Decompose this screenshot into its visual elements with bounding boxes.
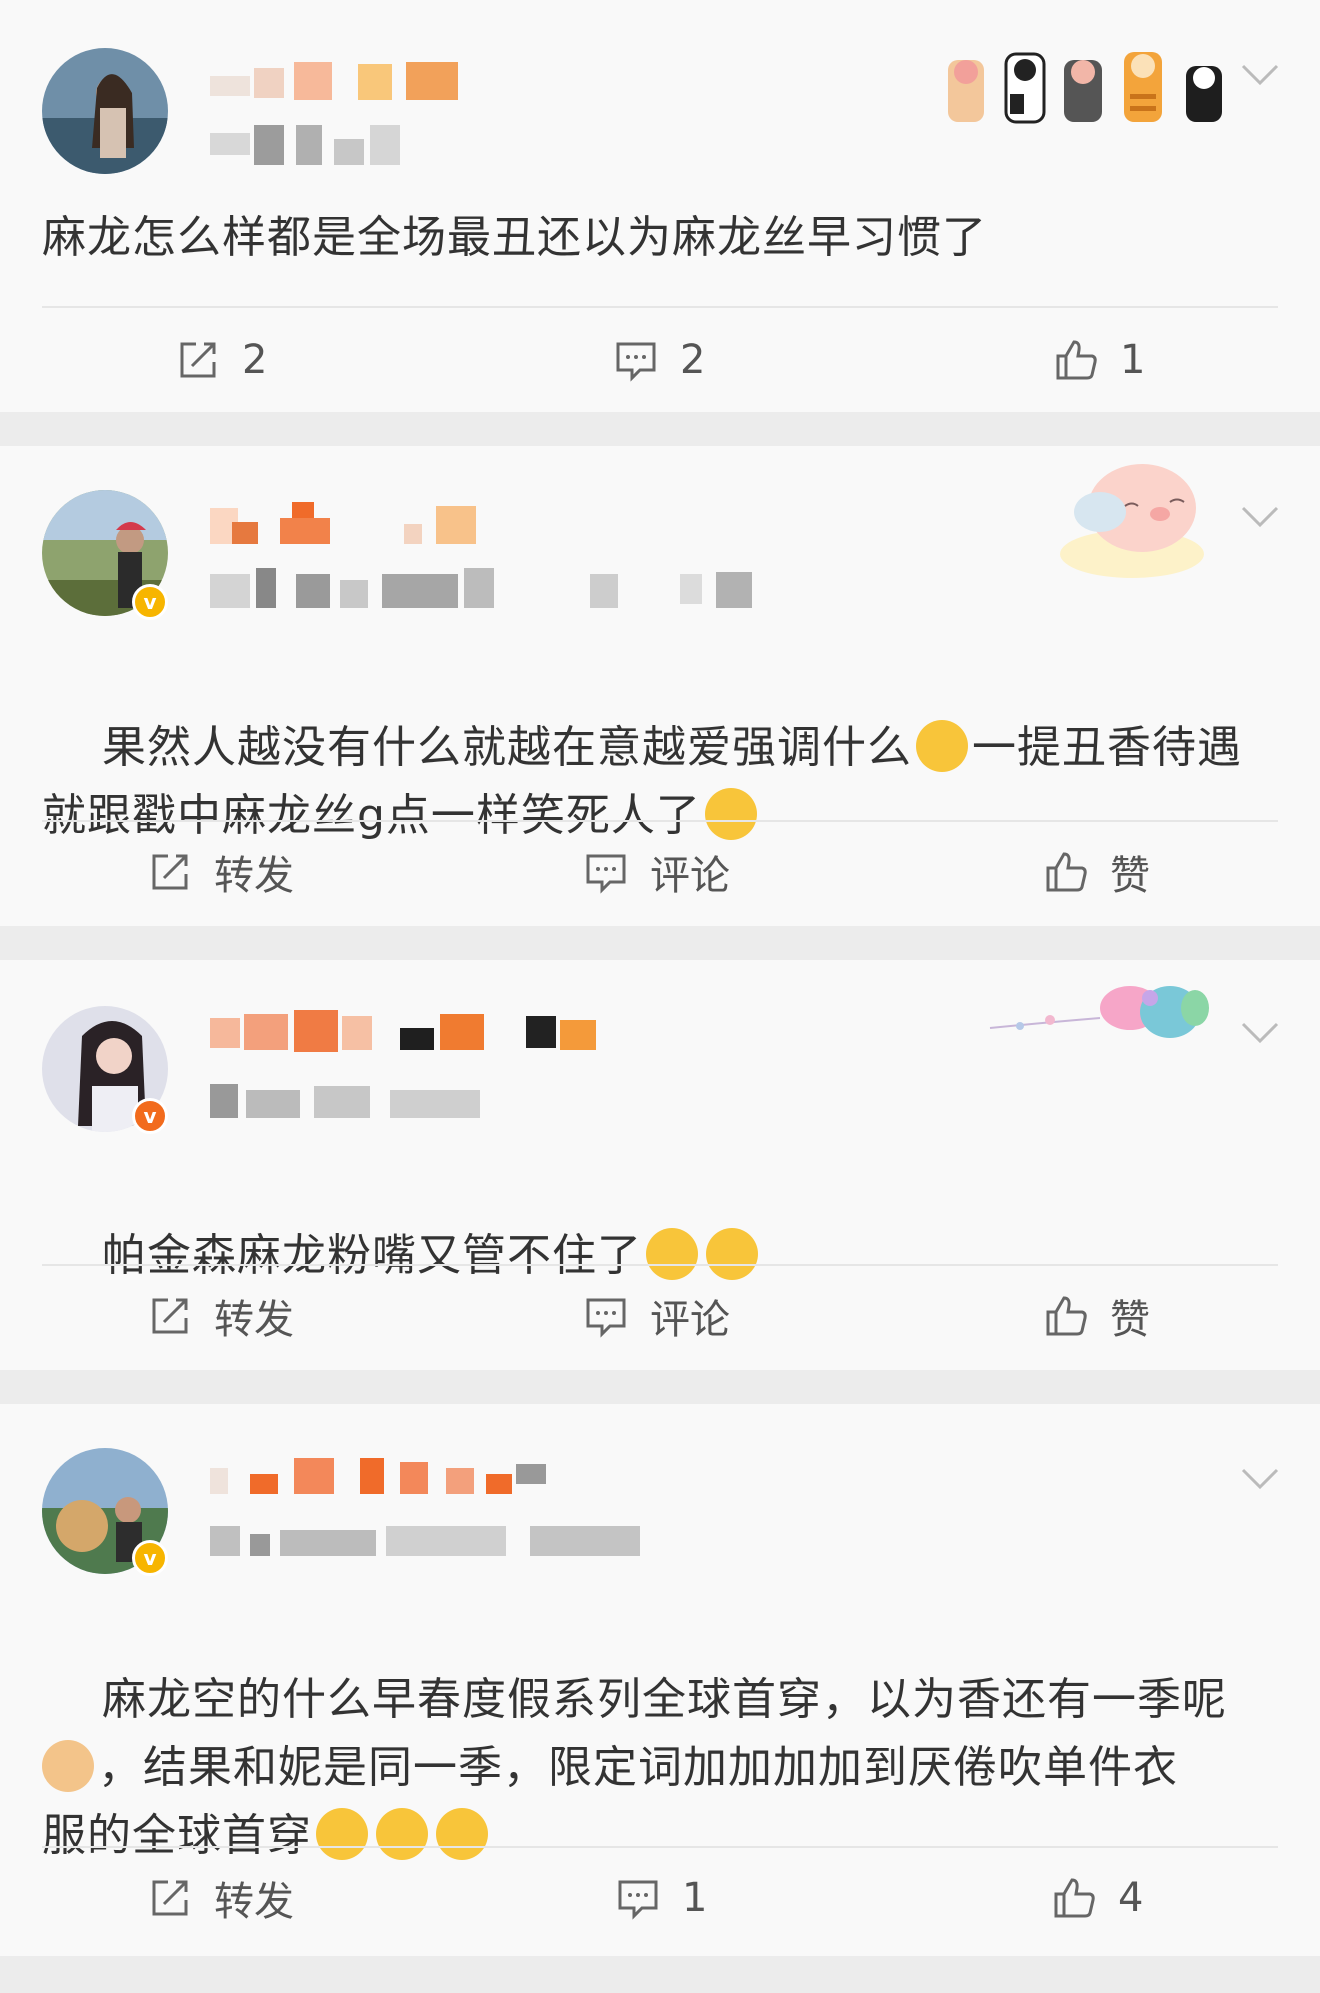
crying-emoji — [376, 1808, 428, 1860]
repost-label: 转发 — [214, 853, 294, 899]
verified-badge-icon: v — [132, 584, 168, 620]
comment-count: 1 — [682, 1875, 708, 1921]
like-icon — [1046, 1296, 1087, 1336]
like-icon — [1054, 1878, 1095, 1918]
divider — [42, 1264, 1278, 1266]
chevron-down-icon[interactable] — [1240, 1466, 1280, 1492]
post-meta-blurred — [210, 1080, 530, 1120]
like-count: 1 — [1120, 337, 1146, 383]
repost-icon — [152, 1880, 188, 1916]
post-meta-blurred — [210, 125, 430, 165]
comment-button[interactable]: 评论 — [584, 1286, 730, 1346]
username-blurred[interactable] — [210, 502, 510, 552]
post-card-4: v 麻龙空的什么早春度假系列全球首穿，以为香还有一季呢 ，结果和妮是同一季，限定词… — [0, 1404, 1320, 1956]
repost-label: 转发 — [214, 1297, 294, 1343]
username-blurred[interactable] — [210, 1010, 630, 1060]
comment-icon — [616, 342, 656, 382]
like-button[interactable]: 4 — [1052, 1868, 1143, 1928]
like-button[interactable]: 赞 — [1044, 842, 1150, 902]
chevron-down-icon[interactable] — [1240, 62, 1280, 88]
dog-emoji — [42, 1740, 94, 1792]
repost-button[interactable]: 转发 — [148, 1868, 294, 1928]
like-label: 赞 — [1110, 853, 1150, 899]
floral-bird-decoration — [980, 968, 1230, 1068]
post-text: 麻龙怎么样都是全场最丑还以为麻龙丝早习惯了 — [42, 212, 987, 263]
comment-icon — [586, 854, 626, 894]
comment-label: 评论 — [650, 1297, 730, 1343]
laugh-cry-emoji — [704, 788, 757, 840]
sweat-emoji — [645, 1228, 698, 1280]
cat-paws-decoration — [940, 14, 1230, 126]
comment-label: 评论 — [650, 853, 730, 899]
sweat-emoji — [705, 1228, 758, 1280]
like-button[interactable]: 1 — [1054, 330, 1145, 390]
post-card-1: 麻龙怎么样都是全场最丑还以为麻龙丝早习惯了 2 2 1 — [0, 0, 1320, 412]
like-label: 赞 — [1110, 1297, 1150, 1343]
chevron-down-icon[interactable] — [1240, 504, 1280, 530]
crying-emoji — [316, 1808, 368, 1860]
comment-button[interactable]: 评论 — [584, 842, 730, 902]
post-card-3: v 帕金森麻龙粉嘴又管不住了 转发 评论 赞 — [0, 960, 1320, 1370]
repost-icon — [152, 854, 188, 890]
repost-button[interactable]: 转发 — [148, 842, 294, 902]
repost-button[interactable]: 2 — [176, 330, 267, 390]
laugh-cry-emoji — [915, 720, 968, 772]
like-count: 4 — [1118, 1875, 1144, 1921]
post-meta-blurred — [210, 568, 760, 608]
comment-button[interactable]: 1 — [616, 1868, 707, 1928]
comment-count: 2 — [680, 337, 706, 383]
username-blurred[interactable] — [210, 58, 470, 108]
post-card-2: v 果然人越没有什么就越在意越爱强调什么 一提丑香待遇 就跟戳中麻龙丝g点一样笑死人… — [0, 446, 1320, 926]
divider — [42, 820, 1278, 822]
verified-badge-icon: v — [132, 1098, 168, 1134]
avatar[interactable] — [42, 48, 168, 174]
repost-button[interactable]: 转发 — [148, 1286, 294, 1346]
username-blurred[interactable] — [210, 1454, 590, 1504]
repost-icon — [152, 1298, 188, 1334]
crying-emoji — [436, 1808, 488, 1860]
divider — [42, 1846, 1278, 1848]
post-meta-blurred — [210, 1520, 680, 1560]
like-icon — [1056, 340, 1097, 380]
chevron-down-icon[interactable] — [1240, 1020, 1280, 1046]
divider — [42, 306, 1278, 308]
repost-label: 转发 — [214, 1879, 294, 1925]
like-button[interactable]: 赞 — [1044, 1286, 1150, 1346]
like-icon — [1046, 852, 1087, 892]
comment-icon — [586, 1298, 626, 1338]
verified-badge-icon: v — [132, 1540, 168, 1576]
comment-icon — [618, 1880, 658, 1920]
sleeping-pig-decoration — [1030, 446, 1220, 586]
comment-button[interactable]: 2 — [614, 330, 705, 390]
repost-icon — [180, 342, 216, 378]
repost-count: 2 — [242, 337, 268, 383]
